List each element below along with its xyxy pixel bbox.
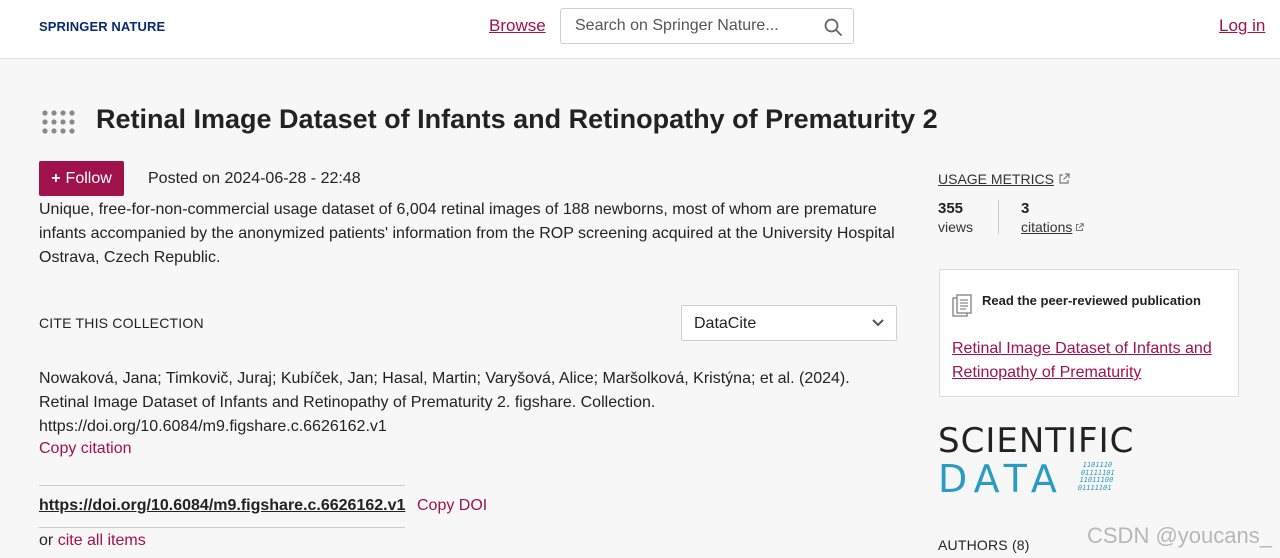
browse-link[interactable]: Browse	[489, 16, 546, 36]
external-link-icon	[1076, 223, 1085, 232]
usage-metrics-label: USAGE METRICS	[938, 171, 1054, 187]
search-input[interactable]	[575, 17, 805, 35]
logo-line-2: DATA	[938, 457, 1064, 501]
follow-label: Follow	[65, 169, 112, 187]
doi-link[interactable]: https://doi.org/10.6084/m9.figshare.c.66…	[39, 497, 405, 515]
springer-nature-logo[interactable]: SPRINGER NATURE	[39, 19, 165, 34]
citations-link[interactable]: citations	[1021, 219, 1085, 235]
cite-section-heading: CITE THIS COLLECTION	[39, 315, 204, 331]
citation-format-value: DataCite	[694, 315, 757, 332]
metrics-divider	[998, 200, 999, 234]
citation-format-select[interactable]: DataCite	[681, 305, 897, 341]
divider	[39, 527, 405, 528]
posted-date: Posted on 2024-06-28 - 22:48	[148, 170, 361, 187]
watermark: CSDN @youcans_	[1087, 523, 1272, 548]
publication-link[interactable]: Retinal Image Dataset of Infants and Ret…	[952, 337, 1232, 385]
copy-doi-button[interactable]: Copy DOI	[417, 497, 487, 515]
search-box[interactable]	[560, 8, 854, 44]
search-icon[interactable]	[824, 18, 842, 36]
divider	[39, 485, 405, 486]
publication-heading: Read the peer-reviewed publication	[982, 293, 1201, 308]
citation-text: Nowaková, Jana; Timkovič, Juraj; Kubíček…	[39, 370, 850, 435]
scientific-data-logo[interactable]: SCIENTIFIC DATA 1101110 01111101 1101110…	[938, 424, 1143, 500]
copy-citation-button[interactable]: Copy citation	[39, 440, 132, 458]
cite-all-items-link[interactable]: cite all items	[58, 532, 146, 549]
cite-all-prefix: or	[39, 532, 54, 549]
external-link-icon	[1059, 173, 1070, 184]
plus-icon: +	[51, 169, 61, 187]
logo-line-1: SCIENTIFIC	[938, 421, 1135, 461]
login-link[interactable]: Log in	[1219, 16, 1265, 36]
authors-heading: AUTHORS (8)	[938, 537, 1030, 553]
views-label: views	[938, 219, 974, 235]
citations-label: citations	[1021, 219, 1073, 235]
usage-metrics-link[interactable]: USAGE METRICS	[938, 171, 1070, 187]
follow-button[interactable]: + Follow	[39, 161, 124, 196]
binary-line: 01111101	[1076, 483, 1113, 492]
collection-description: Unique, free-for-non-commercial usage da…	[39, 201, 895, 266]
views-count: 355	[938, 200, 964, 217]
page-title: Retinal Image Dataset of Infants and Ret…	[96, 104, 938, 134]
dots-grid-icon	[42, 110, 75, 134]
citations-count: 3	[1021, 200, 1030, 217]
document-stack-icon	[952, 294, 972, 317]
peer-reviewed-publication-card: Read the peer-reviewed publication Retin…	[939, 269, 1239, 397]
top-header: SPRINGER NATURE Browse Log in	[0, 0, 1280, 59]
logo-binary-digits: 1101110 01111101 11011100 01111101	[1076, 461, 1117, 492]
chevron-down-icon	[872, 319, 884, 327]
cite-all-line: or cite all items	[39, 532, 146, 550]
